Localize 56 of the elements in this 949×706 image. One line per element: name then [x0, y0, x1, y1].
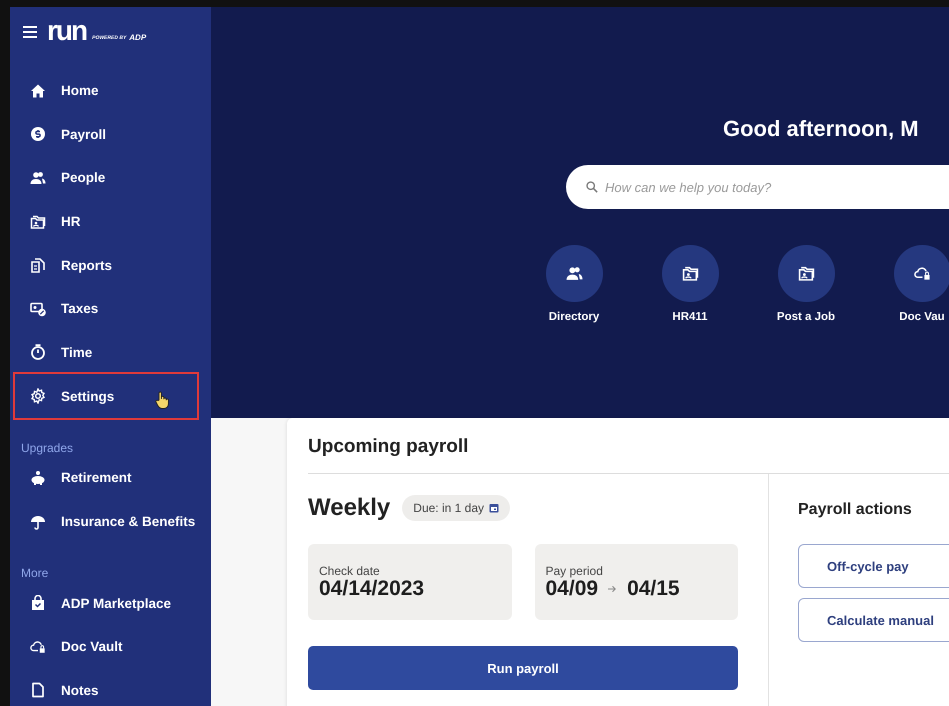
menu-icon[interactable]	[23, 26, 37, 38]
timer-icon	[30, 344, 46, 360]
card-title: Upcoming payroll	[308, 418, 949, 474]
period-start: 04/09	[546, 578, 598, 600]
folder-icon	[30, 214, 46, 230]
settings-icon	[30, 388, 46, 404]
document-icon	[30, 682, 46, 698]
actions-title: Payroll actions	[798, 501, 913, 519]
due-badge: Due: in 1 day	[402, 495, 510, 521]
run-payroll-button[interactable]: Run payroll	[308, 646, 738, 690]
nav-item[interactable]: Taxes	[13, 286, 199, 331]
calendar-icon	[489, 503, 499, 513]
payroll-action-button[interactable]: Calculate manual	[798, 598, 949, 642]
nav-item[interactable]: Settings	[13, 372, 199, 420]
nav-item[interactable]: Home	[13, 69, 199, 113]
nav-item[interactable]: HR	[13, 200, 199, 244]
nav-item[interactable]: ADP Marketplace	[13, 581, 199, 625]
quick-link[interactable]: HR411	[632, 245, 748, 323]
nav-item[interactable]: People	[13, 156, 199, 200]
period-end: 04/15	[627, 578, 680, 600]
pay-period-label: Pay period	[546, 564, 604, 578]
arrow-icon	[608, 585, 618, 593]
document-badge-icon	[30, 300, 46, 317]
shopping-bag-icon	[30, 595, 46, 612]
quick-link[interactable]: Directory	[516, 245, 632, 323]
nav-item[interactable]: Insurance & Benefits	[13, 500, 199, 544]
folder-icon	[682, 265, 698, 282]
search-icon	[586, 181, 598, 193]
dollar-icon	[30, 126, 46, 142]
nav-item[interactable]: Reports	[13, 243, 199, 287]
cloud-lock-icon	[914, 265, 930, 282]
report-icon	[30, 257, 46, 274]
quick-link[interactable]: Post a Job	[748, 245, 864, 323]
quick-link[interactable]: Doc Vau	[864, 245, 949, 323]
section-heading: Upgrades	[20, 440, 74, 456]
logo-wordmark: run	[47, 17, 86, 45]
people-icon	[566, 265, 582, 282]
check-date: 04/14/2023	[319, 578, 426, 600]
folder-icon	[798, 265, 814, 282]
search-field[interactable]: How can we help you today?	[566, 165, 949, 209]
greeting: Good afternoon, M	[723, 117, 920, 141]
pay-frequency: Weekly	[308, 494, 390, 522]
section-heading: More	[20, 565, 50, 582]
cloud-lock-icon	[30, 638, 46, 655]
nav-item[interactable]: Time	[13, 330, 199, 374]
payroll-action-button[interactable]: Off-cycle pay	[798, 544, 949, 588]
umbrella-icon	[30, 514, 46, 530]
nav-item[interactable]: Doc Vault	[13, 624, 199, 669]
nav-item[interactable]: Notes	[13, 668, 199, 706]
people-icon	[30, 170, 46, 186]
check-date-label: Check date	[319, 564, 381, 578]
nav-item[interactable]: Retirement	[13, 456, 199, 500]
home-icon	[30, 82, 46, 99]
nav-item[interactable]: Payroll	[13, 112, 199, 156]
hand-cursor-icon	[155, 391, 169, 410]
logo-brand: ADP	[129, 33, 146, 42]
